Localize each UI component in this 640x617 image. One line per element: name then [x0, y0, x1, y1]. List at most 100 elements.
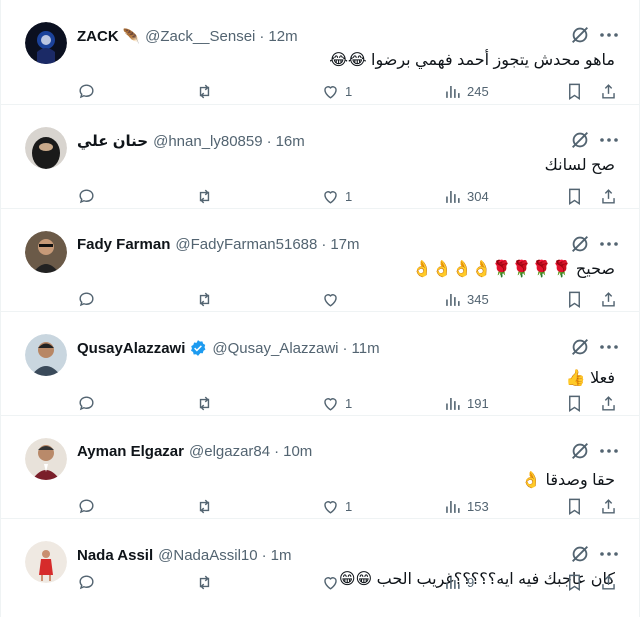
reply-icon: [79, 574, 94, 589]
heart-icon: [324, 190, 337, 204]
grok-icon[interactable]: [569, 24, 591, 46]
retweet-button[interactable]: [195, 185, 219, 207]
timestamp[interactable]: 10m: [283, 443, 312, 460]
heart-icon: [324, 397, 337, 411]
reply-button[interactable]: [77, 289, 101, 311]
tweet[interactable]: ZACK 🪶 @Zack__Sensei · 12m ماهو محدش يتج…: [1, 0, 639, 105]
more-options-icon[interactable]: [597, 233, 621, 255]
retweet-icon: [199, 499, 210, 514]
handle[interactable]: @Qusay_Alazzawi: [212, 340, 338, 357]
tweet[interactable]: QusayAlazzawi @Qusay_Alazzawi · 11m فعلا…: [1, 312, 639, 416]
more-options-icon[interactable]: [597, 543, 621, 565]
like-button[interactable]: 1: [321, 185, 352, 207]
avatar[interactable]: [25, 437, 67, 480]
grok-icon[interactable]: [569, 543, 591, 565]
timestamp[interactable]: 11m: [352, 340, 380, 357]
reply-button[interactable]: [77, 496, 101, 518]
like-button[interactable]: 1: [321, 496, 352, 518]
bookmark-button[interactable]: [565, 185, 584, 207]
separator-dot: ·: [259, 27, 265, 45]
timestamp[interactable]: 17m: [330, 236, 359, 253]
more-options-icon[interactable]: [597, 440, 621, 462]
retweet-button[interactable]: [195, 289, 219, 311]
views-icon: [446, 190, 460, 203]
display-name[interactable]: Ayman Elgazar: [77, 443, 184, 460]
like-button[interactable]: 1: [321, 392, 352, 414]
avatar[interactable]: [25, 127, 67, 169]
avatar[interactable]: [25, 541, 67, 583]
reply-button[interactable]: [77, 80, 101, 102]
bookmark-button[interactable]: [565, 392, 584, 414]
tweet[interactable]: Nada Assil @NadaAssil10 · 1m كان عاجبك ف…: [1, 519, 639, 617]
more-options-icon[interactable]: [597, 129, 621, 151]
views-button[interactable]: 304: [443, 185, 489, 207]
tweet-header: حنان علي @hnan_ly80859 · 16m: [77, 131, 569, 151]
avatar[interactable]: [25, 334, 67, 376]
bookmark-button[interactable]: [565, 80, 584, 102]
retweet-button[interactable]: [195, 496, 219, 518]
share-icon: [602, 395, 615, 411]
views-button[interactable]: 191: [443, 392, 489, 414]
bookmark-button[interactable]: [565, 289, 584, 311]
share-button[interactable]: [599, 571, 618, 593]
views-button[interactable]: 345: [443, 289, 489, 311]
tweet-header: Nada Assil @NadaAssil10 · 1m: [77, 545, 569, 565]
handle[interactable]: @NadaAssil10: [158, 547, 257, 564]
handle[interactable]: @hnan_ly80859: [153, 133, 262, 150]
display-name[interactable]: QusayAlazzawi: [77, 340, 185, 357]
grok-icon[interactable]: [569, 440, 591, 462]
reply-button[interactable]: [77, 392, 101, 414]
grok-icon[interactable]: [569, 233, 591, 255]
avatar[interactable]: [25, 230, 67, 273]
more-options-icon[interactable]: [597, 336, 621, 358]
retweet-icon: [199, 396, 210, 410]
like-button[interactable]: [321, 571, 345, 593]
share-button[interactable]: [599, 496, 618, 518]
share-button[interactable]: [599, 289, 618, 311]
display-name[interactable]: حنان علي: [77, 132, 148, 150]
feather-icon: 🪶: [122, 27, 141, 44]
share-button[interactable]: [599, 392, 618, 414]
tweet-header: ZACK 🪶 @Zack__Sensei · 12m: [77, 26, 569, 46]
more-options-icon[interactable]: [597, 24, 621, 46]
separator-dot: ·: [266, 132, 272, 150]
views-icon: [446, 576, 460, 589]
retweet-icon: [199, 575, 210, 589]
views-button[interactable]: 245: [443, 80, 489, 102]
handle[interactable]: @Zack__Sensei: [145, 28, 255, 45]
display-name[interactable]: Fady Farman: [77, 236, 170, 253]
bookmark-button[interactable]: [565, 496, 584, 518]
like-button[interactable]: [321, 289, 345, 311]
timestamp[interactable]: 12m: [268, 28, 297, 45]
tweet[interactable]: Fady Farman @FadyFarman51688 · 17m صحيح …: [1, 209, 639, 312]
retweet-button[interactable]: [195, 571, 219, 593]
reply-button[interactable]: [77, 185, 101, 207]
timestamp[interactable]: 1m: [271, 547, 292, 564]
reply-button[interactable]: [77, 571, 101, 593]
reply-icon: [79, 499, 94, 514]
tweet[interactable]: Ayman Elgazar @elgazar84 · 10m حقا وصدقا…: [1, 416, 639, 519]
handle[interactable]: @elgazar84: [189, 443, 270, 460]
share-button[interactable]: [599, 80, 618, 102]
share-icon: [602, 188, 615, 204]
heart-icon: [324, 501, 337, 514]
bookmark-icon: [569, 83, 580, 100]
tweet-header: QusayAlazzawi @Qusay_Alazzawi · 11m: [77, 338, 569, 358]
grok-icon[interactable]: [569, 336, 591, 358]
retweet-button[interactable]: [195, 392, 219, 414]
handle[interactable]: @FadyFarman51688: [175, 236, 317, 253]
views-icon: [446, 397, 460, 410]
views-button[interactable]: 9: [443, 571, 474, 593]
grok-icon[interactable]: [569, 129, 591, 151]
display-name[interactable]: ZACK: [77, 28, 119, 45]
retweet-button[interactable]: [195, 80, 219, 102]
avatar[interactable]: [25, 22, 67, 64]
display-name[interactable]: Nada Assil: [77, 547, 153, 564]
share-button[interactable]: [599, 185, 618, 207]
views-button[interactable]: 153: [443, 496, 489, 518]
timestamp[interactable]: 16m: [276, 133, 305, 150]
tweet[interactable]: حنان علي @hnan_ly80859 · 16m صح لسانك 1 …: [1, 105, 639, 209]
like-button[interactable]: 1: [321, 80, 352, 102]
bookmark-button[interactable]: [565, 571, 584, 593]
retweet-icon: [199, 292, 210, 307]
